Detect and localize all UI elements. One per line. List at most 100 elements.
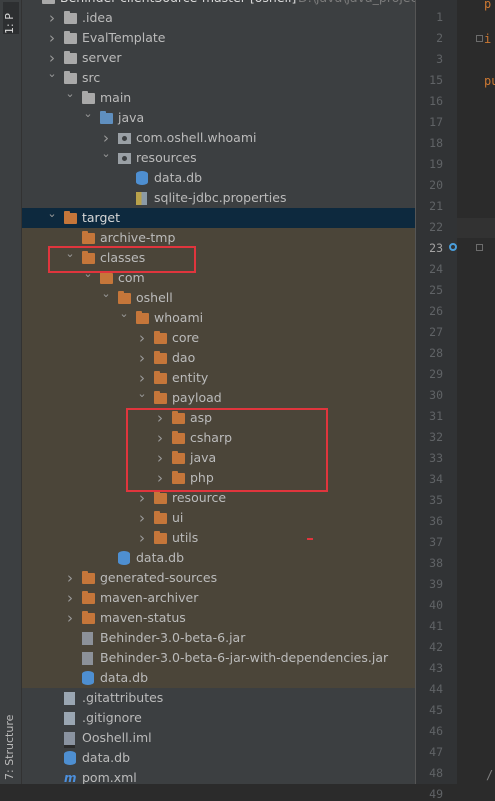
tree-item-row[interactable]: ⌄ payload xyxy=(22,388,415,408)
fold-marker-icon[interactable] xyxy=(476,244,483,251)
tree-item-row[interactable]: ⌄ resources xyxy=(22,148,415,168)
chevron-down-icon[interactable]: ⌄ xyxy=(46,208,58,228)
tree-item-row[interactable]: ⌄ src xyxy=(22,68,415,88)
tree-item-row[interactable]: archive-tmp xyxy=(22,228,415,248)
chevron-right-icon[interactable]: › xyxy=(64,588,76,608)
code-fragment: pu xyxy=(484,74,495,88)
tree-root-label: Behinder-clientSource-master [oshell] xyxy=(60,0,296,8)
chevron-down-icon[interactable]: ⌄ xyxy=(100,288,112,308)
tree-item-label: entity xyxy=(172,370,209,385)
line-number: 40 xyxy=(429,598,443,612)
line-number: 22 xyxy=(429,220,443,234)
line-number: 36 xyxy=(429,514,443,528)
line-number: 38 xyxy=(429,556,443,570)
tree-item-row[interactable]: data.db xyxy=(22,748,415,768)
tree-item-row[interactable]: .gitattributes xyxy=(22,688,415,708)
fold-marker-icon[interactable] xyxy=(476,35,483,42)
project-tree: Behinder-clientSource-master [oshell] D:… xyxy=(22,0,415,784)
chevron-right-icon[interactable]: › xyxy=(136,348,148,368)
tree-item-label: com.oshell.whoami xyxy=(136,130,257,145)
tree-item-label: server xyxy=(82,50,122,65)
tree-item-row[interactable]: data.db xyxy=(22,668,415,688)
structure-tool-tab[interactable]: 7: Structure xyxy=(3,710,19,780)
tree-item-row[interactable]: sqlite-jdbc.properties xyxy=(22,188,415,208)
chevron-down-icon[interactable]: ⌄ xyxy=(100,148,112,168)
chevron-right-icon[interactable]: › xyxy=(136,328,148,348)
chevron-right-icon[interactable]: › xyxy=(136,508,148,528)
line-number: 48 xyxy=(429,766,443,780)
tree-item-row[interactable]: › .idea xyxy=(22,8,415,28)
tree-item-label: data.db xyxy=(154,170,202,185)
chevron-right-icon[interactable]: › xyxy=(46,48,58,68)
tree-item-row[interactable]: .gitignore xyxy=(22,708,415,728)
line-number: 21 xyxy=(429,199,443,213)
tree-item-row[interactable]: › dao xyxy=(22,348,415,368)
folder-icon xyxy=(118,291,131,304)
chevron-right-icon[interactable]: › xyxy=(64,608,76,628)
tree-item-label: target xyxy=(82,210,121,225)
tree-item-row[interactable]: ⌄ java xyxy=(22,108,415,128)
chevron-down-icon[interactable]: ⌄ xyxy=(82,108,94,128)
tree-item-row[interactable]: ⌄ oshell xyxy=(22,288,415,308)
chevron-right-icon[interactable]: › xyxy=(136,528,148,548)
line-number: 1 xyxy=(436,10,443,24)
tree-item-row[interactable]: m pom.xml xyxy=(22,768,415,784)
resources-folder-icon xyxy=(118,153,131,164)
tree-item-row[interactable]: › generated-sources xyxy=(22,568,415,588)
highlight-box-payload-children xyxy=(126,408,328,492)
chevron-down-icon[interactable]: ⌄ xyxy=(136,388,148,408)
maven-pom-icon: m xyxy=(64,771,77,784)
tree-item-row[interactable]: ⌄ target xyxy=(22,208,415,228)
chevron-right-icon[interactable]: › xyxy=(64,568,76,588)
tree-item-row[interactable]: › server xyxy=(22,48,415,68)
folder-icon xyxy=(154,391,167,404)
line-number: 37 xyxy=(429,535,443,549)
chevron-down-icon[interactable]: ⌄ xyxy=(118,308,130,328)
tree-item-row[interactable]: Behinder-3.0-beta-6.jar xyxy=(22,628,415,648)
tree-item-row[interactable]: Behinder-3.0-beta-6-jar-with-dependencie… xyxy=(22,648,415,668)
tree-item-row[interactable]: ⌄ main xyxy=(22,88,415,108)
tree-item-row[interactable]: › ui xyxy=(22,508,415,528)
line-number: 33 xyxy=(429,451,443,465)
tree-item-row[interactable]: data.db xyxy=(22,548,415,568)
tree-item-row[interactable]: Ooshell.iml xyxy=(22,728,415,748)
chevron-right-icon[interactable]: › xyxy=(136,368,148,388)
tree-item-row[interactable]: › entity xyxy=(22,368,415,388)
chevron-down-icon[interactable]: ⌄ xyxy=(46,68,58,88)
database-icon xyxy=(118,551,130,565)
project-tool-tab[interactable]: 1: P xyxy=(3,2,19,34)
line-number: 45 xyxy=(429,703,443,717)
editor-code-area[interactable] xyxy=(457,0,495,784)
tree-item-row[interactable]: › EvalTemplate xyxy=(22,28,415,48)
tree-item-label: Ooshell.iml xyxy=(82,730,152,745)
tree-item-row[interactable]: › core xyxy=(22,328,415,348)
line-number: 44 xyxy=(429,682,443,696)
line-number: 3 xyxy=(436,52,443,66)
tree-item-label: sqlite-jdbc.properties xyxy=(154,190,287,205)
folder-icon xyxy=(64,71,77,84)
tree-item-row[interactable]: ⌄ whoami xyxy=(22,308,415,328)
git-file-icon xyxy=(64,692,75,705)
folder-icon xyxy=(64,211,77,224)
tree-item-row[interactable]: › com.oshell.whoami xyxy=(22,128,415,148)
line-number: 39 xyxy=(429,577,443,591)
line-number: 42 xyxy=(429,640,443,654)
current-line-highlight xyxy=(457,218,495,238)
folder-icon xyxy=(82,571,95,584)
chevron-down-icon[interactable]: ⌄ xyxy=(64,88,76,108)
folder-icon xyxy=(82,91,95,104)
line-number: 24 xyxy=(429,262,443,276)
tree-item-row[interactable]: data.db xyxy=(22,168,415,188)
chevron-right-icon[interactable]: › xyxy=(46,28,58,48)
chevron-right-icon[interactable]: › xyxy=(46,8,58,28)
tree-item-label: data.db xyxy=(82,750,130,765)
line-number: 18 xyxy=(429,136,443,150)
tree-item-row[interactable]: › maven-status xyxy=(22,608,415,628)
git-file-icon xyxy=(64,712,75,725)
tree-item-row[interactable]: › maven-archiver xyxy=(22,588,415,608)
tree-item-label: archive-tmp xyxy=(100,230,176,245)
tree-item-row[interactable]: › utils xyxy=(22,528,415,548)
chevron-right-icon[interactable]: › xyxy=(100,128,112,148)
tree-root-row[interactable]: Behinder-clientSource-master [oshell] D:… xyxy=(22,0,415,8)
override-marker-icon[interactable] xyxy=(449,243,457,251)
